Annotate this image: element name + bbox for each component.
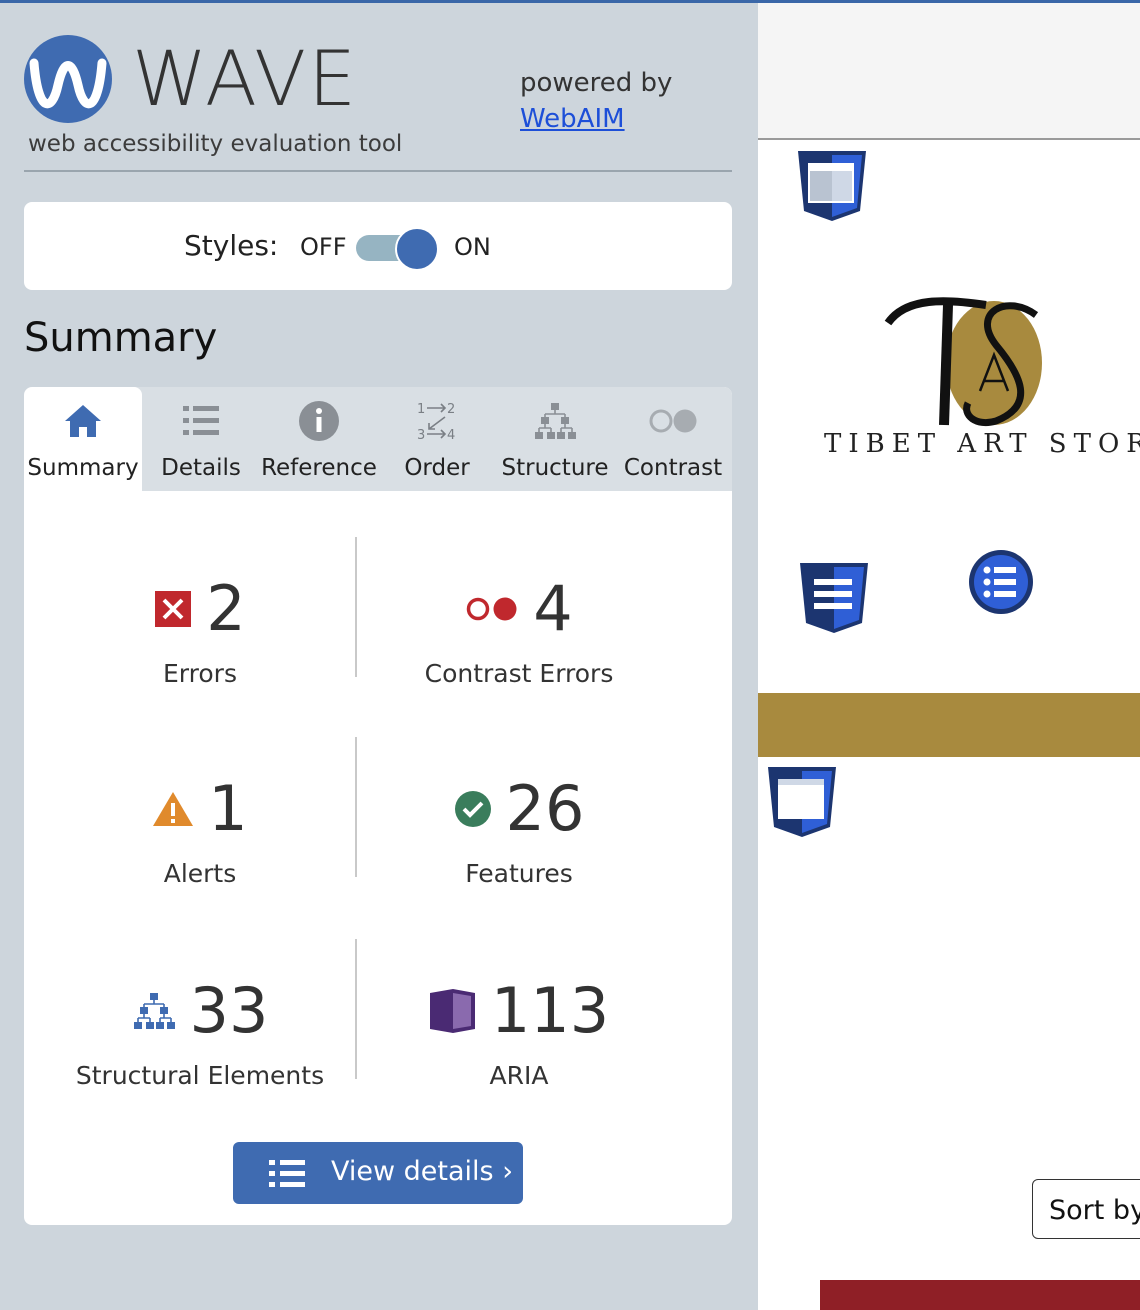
contrast-errors-count: 4	[533, 572, 573, 645]
structural-label: Structural Elements	[75, 1061, 325, 1090]
errors-count: 2	[206, 572, 246, 645]
alerts-count: 1	[208, 772, 248, 845]
stat-aria[interactable]: 113 ARIA	[360, 979, 678, 1099]
errors-label: Errors	[163, 659, 237, 688]
list-icon	[183, 406, 219, 435]
contrast-errors-label: Contrast Errors	[424, 659, 614, 688]
home-icon	[65, 405, 101, 437]
view-details-button[interactable]: View details ›	[233, 1142, 523, 1204]
tab-label: Contrast	[623, 455, 723, 481]
tab-order[interactable]: 1 2 3 4 Order	[378, 387, 496, 491]
app-title: WAVE	[132, 34, 359, 123]
contrast-error-icon	[467, 597, 517, 621]
styles-label: Styles:	[184, 229, 279, 262]
structure-icon	[133, 993, 175, 1029]
stat-structural-elements[interactable]: 33 Structural Elements	[40, 979, 360, 1099]
features-count: 26	[505, 772, 585, 845]
tab-label: Details	[161, 455, 241, 481]
powered-by: powered by WebAIM	[520, 65, 672, 137]
features-label: Features	[465, 859, 573, 888]
view-details-label: View details ›	[331, 1156, 513, 1187]
stat-features[interactable]: 26 Features	[360, 777, 678, 897]
region-icon[interactable]	[766, 765, 838, 839]
structure-icon	[535, 403, 576, 439]
app-tagline: web accessibility evaluation tool	[28, 131, 403, 157]
stat-alerts[interactable]: 1 Alerts	[40, 777, 360, 897]
stat-errors[interactable]: 2 Errors	[40, 577, 360, 697]
stat-contrast-errors[interactable]: 4 Contrast Errors	[360, 577, 678, 697]
tab-summary[interactable]: Summary	[24, 387, 142, 491]
tab-structure[interactable]: Structure	[496, 387, 614, 491]
structural-count: 33	[189, 974, 269, 1047]
summary-panel: Summary Details Reference 1 2 3 4 Order …	[24, 387, 732, 1225]
tab-details[interactable]: Details	[142, 387, 260, 491]
styles-toggle-knob[interactable]	[395, 227, 439, 271]
tab-label: Order	[404, 455, 470, 481]
product-image[interactable]	[820, 1280, 1140, 1310]
page-preview: TIBET ART STOR Sort by	[758, 3, 1140, 1310]
wave-sidebar: WAVE web accessibility evaluation tool p…	[0, 3, 758, 1310]
order-icon: 1 2 3 4	[417, 402, 455, 443]
tab-label: Summary	[27, 455, 139, 481]
tab-bar: Summary Details Reference 1 2 3 4 Order …	[24, 387, 732, 491]
alert-icon	[153, 792, 194, 826]
error-icon	[155, 591, 192, 627]
alerts-label: Alerts	[163, 859, 237, 888]
header-divider	[24, 170, 732, 172]
styles-toggle-panel: Styles: OFF ON	[24, 202, 732, 290]
preview-header-area	[758, 3, 1140, 140]
svg-text:4: 4	[447, 428, 455, 443]
tab-reference[interactable]: Reference	[260, 387, 378, 491]
sort-by-select[interactable]: Sort by	[1032, 1179, 1140, 1239]
powered-by-text: powered by	[520, 68, 673, 98]
aria-count: 113	[490, 974, 610, 1047]
summary-heading: Summary	[24, 315, 218, 361]
tab-label: Reference	[261, 455, 377, 481]
tab-contrast[interactable]: Contrast	[614, 387, 732, 491]
gold-nav-band	[758, 693, 1140, 757]
tab-label: Structure	[501, 455, 609, 481]
region-icon[interactable]	[796, 149, 868, 223]
contrast-icon	[649, 409, 697, 433]
sort-by-label: Sort by	[1049, 1195, 1140, 1226]
svg-text:3: 3	[417, 428, 425, 443]
list-feature-icon[interactable]	[968, 549, 1034, 615]
region-icon[interactable]	[798, 561, 870, 635]
styles-on-label: ON	[454, 233, 491, 261]
store-name: TIBET ART STOR	[824, 429, 1140, 459]
info-icon	[299, 401, 339, 441]
aria-icon	[429, 989, 475, 1033]
wave-logo-icon	[24, 35, 112, 123]
svg-text:2: 2	[447, 402, 455, 417]
aria-label: ARIA	[489, 1061, 549, 1090]
tibet-art-store-logo	[884, 297, 1042, 426]
webaim-link[interactable]: WebAIM	[520, 101, 672, 137]
svg-text:1: 1	[417, 402, 425, 417]
list-icon	[269, 1160, 305, 1187]
feature-icon	[454, 791, 491, 827]
styles-off-label: OFF	[300, 233, 347, 261]
